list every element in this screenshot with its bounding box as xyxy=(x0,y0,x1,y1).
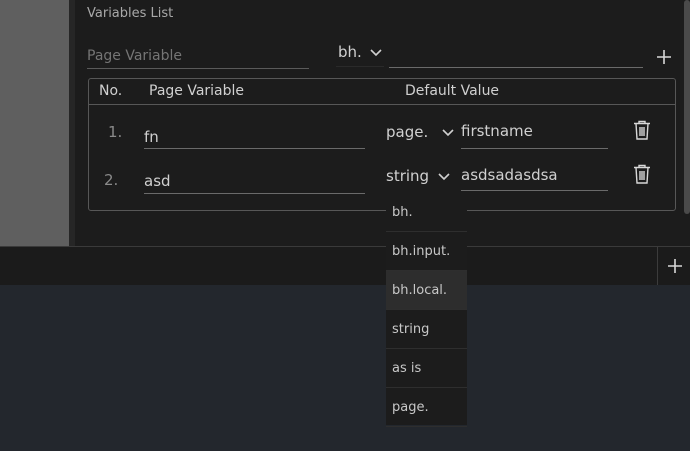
trash-icon[interactable] xyxy=(633,120,651,140)
dropdown-option-bh[interactable]: bh. xyxy=(386,193,467,232)
row-scope-value: page. xyxy=(386,123,429,141)
row-default-input[interactable]: firstname xyxy=(461,120,608,149)
page-variable-field[interactable] xyxy=(87,44,309,69)
scope-select-value: bh. xyxy=(338,43,362,61)
row-variable-text: asd xyxy=(144,172,171,190)
dropdown-option-string[interactable]: string xyxy=(386,310,467,349)
left-gray-panel xyxy=(0,0,69,246)
row-scope-select[interactable]: string xyxy=(386,166,456,192)
scope-dropdown-menu: bh. bh.input. bh.local. string as is pag… xyxy=(386,193,467,427)
row-variable-input[interactable]: asd xyxy=(144,167,365,194)
table-row: 1. fn page. firstname xyxy=(89,112,675,150)
chevron-down-icon xyxy=(438,173,450,181)
dropdown-option-page[interactable]: page. xyxy=(386,388,467,427)
row-default-text: asdsadasdsa xyxy=(461,166,558,184)
column-header-page-variable: Page Variable xyxy=(149,83,245,99)
dropdown-option-bh-local[interactable]: bh.local. xyxy=(386,271,467,310)
chevron-down-icon xyxy=(370,49,382,57)
plus-icon[interactable] xyxy=(656,49,672,65)
scope-select[interactable]: bh. xyxy=(336,40,384,67)
column-header-no: No. xyxy=(99,83,123,99)
default-value-input[interactable] xyxy=(389,43,643,68)
table-header-divider xyxy=(89,104,675,105)
chevron-down-icon xyxy=(442,129,454,137)
row-scope-select[interactable]: page. xyxy=(386,121,456,147)
dropdown-option-bh-input[interactable]: bh.input. xyxy=(386,232,467,271)
table-row: 2. asd string asdsadasdsa xyxy=(89,158,675,196)
row-scope-value: string xyxy=(386,167,430,185)
tab-strip xyxy=(0,247,690,285)
row-variable-input[interactable]: fn xyxy=(144,121,365,149)
row-default-input[interactable]: asdsadasdsa xyxy=(461,164,608,191)
plus-icon[interactable] xyxy=(667,258,683,274)
column-header-default-value: Default Value xyxy=(405,83,500,99)
trash-icon[interactable] xyxy=(633,164,651,184)
row-default-text: firstname xyxy=(461,122,533,140)
dropdown-option-as-is[interactable]: as is xyxy=(386,349,467,388)
page-variable-input[interactable] xyxy=(87,44,309,69)
tab-strip-divider xyxy=(657,247,658,285)
section-title: Variables List xyxy=(87,6,174,21)
row-variable-text: fn xyxy=(144,128,159,146)
bottom-workspace xyxy=(0,285,690,451)
row-number: 2. xyxy=(104,171,119,189)
row-number: 1. xyxy=(108,123,123,141)
panel-scrollbar[interactable] xyxy=(684,0,690,214)
